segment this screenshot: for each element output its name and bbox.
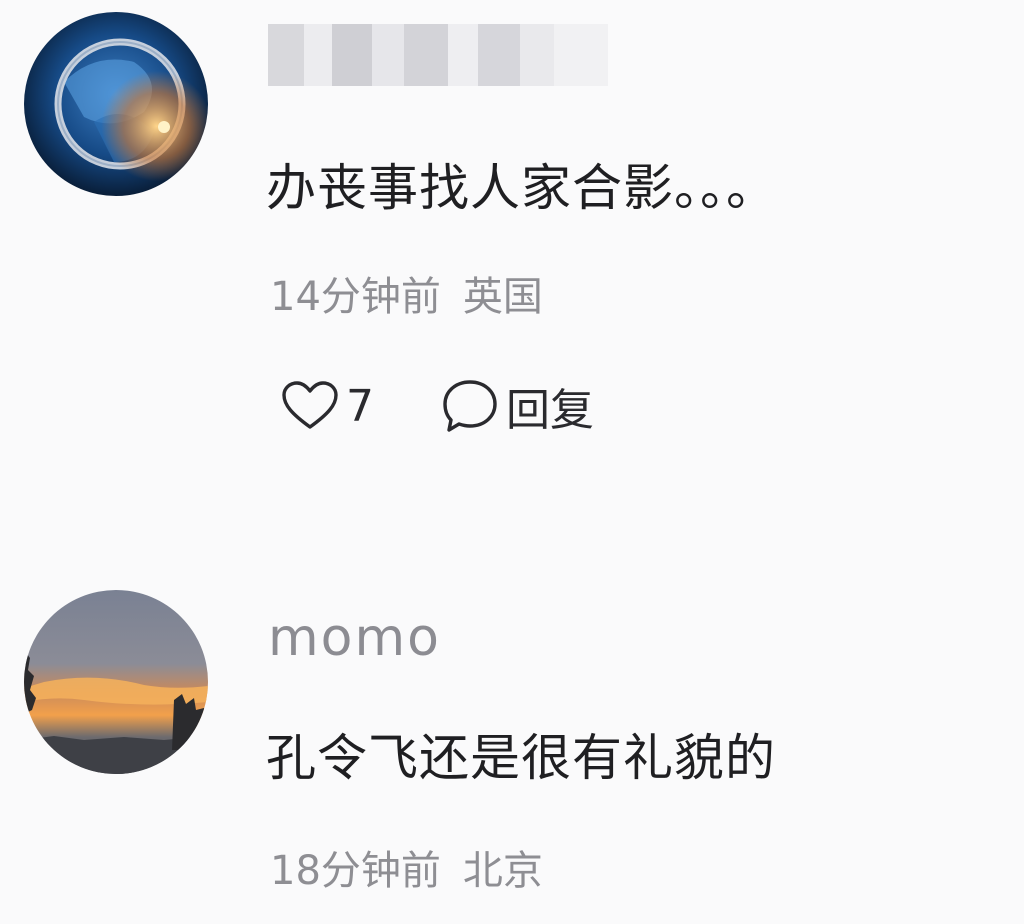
comment-location: 英国 — [462, 274, 543, 320]
sunset-sky-avatar-icon — [24, 590, 208, 774]
like-count: 7 — [346, 380, 374, 432]
comment-actions: 7 回复 — [280, 376, 594, 436]
comment-username[interactable]: momo — [268, 608, 441, 668]
reply-button[interactable]: 回复 — [440, 374, 594, 438]
comment-meta: 14分钟前 英国 — [270, 264, 543, 322]
user-avatar[interactable] — [24, 590, 208, 774]
blue-glowing-ring-avatar-icon — [24, 12, 208, 196]
like-button[interactable]: 7 — [280, 380, 374, 432]
heart-outline-icon — [282, 381, 338, 429]
comment-time: 14分钟前 — [270, 274, 441, 320]
speech-bubble-outline-icon — [443, 380, 497, 432]
comment-location: 北京 — [462, 848, 543, 894]
comment-meta: 18分钟前 北京 — [270, 838, 543, 896]
comment-text: 办丧事找人家合影。。。 — [266, 159, 777, 217]
comment-time: 18分钟前 — [270, 848, 441, 894]
user-avatar[interactable] — [24, 12, 208, 196]
username-obscured — [268, 24, 608, 86]
comment-text: 孔令飞还是很有礼貌的 — [266, 729, 776, 787]
reply-label: 回复 — [506, 385, 594, 436]
